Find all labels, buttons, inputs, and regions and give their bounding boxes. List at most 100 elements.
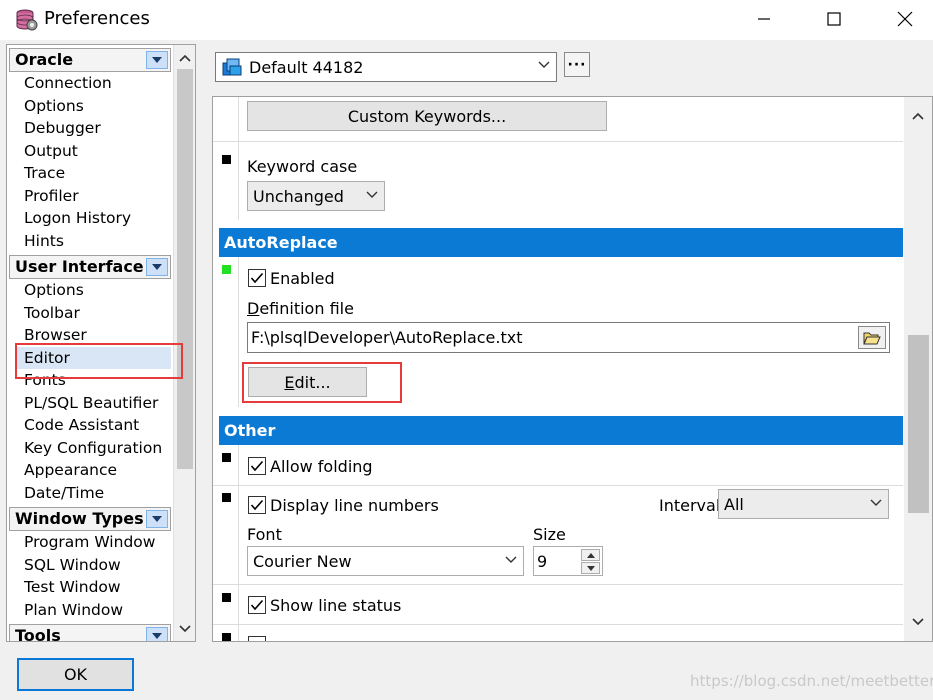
settings-scroll-thumb[interactable] [908, 335, 929, 513]
group-collapse-button[interactable] [146, 51, 168, 69]
browse-file-button[interactable] [858, 326, 886, 349]
keyword-case-select[interactable]: Unchanged [247, 181, 385, 211]
profile-select[interactable]: Default 44182 [215, 52, 557, 82]
database-app-icon [16, 9, 38, 31]
chevron-up-icon [179, 54, 191, 62]
size-spinner[interactable] [581, 549, 600, 575]
keyword-case-label: Keyword case [247, 157, 358, 176]
group-collapse-button[interactable] [146, 510, 168, 528]
row-separator [213, 485, 903, 486]
nav-item[interactable]: SQL Window [7, 554, 173, 577]
nav-item[interactable]: Options [7, 279, 173, 302]
row-divider [238, 445, 239, 485]
definition-file-label-rest: efinition file [259, 299, 354, 318]
maximize-button[interactable] [811, 0, 857, 38]
chevron-down-icon [366, 191, 378, 198]
nav-item[interactable]: Output [7, 140, 173, 163]
profile-value: Default 44182 [249, 58, 364, 77]
allow-folding-label: Allow folding [270, 457, 373, 476]
setting-marker-enabled [222, 265, 231, 274]
nav-item[interactable]: Logon History [7, 207, 173, 230]
settings-scroll-up[interactable] [907, 105, 929, 127]
checkmark-icon [250, 599, 264, 611]
display-line-numbers-label: Display line numbers [270, 496, 439, 515]
next-setting-checkbox[interactable] [248, 636, 266, 641]
nav-item[interactable]: Connection [7, 72, 173, 95]
nav-item[interactable]: Date/Time [7, 482, 173, 505]
keyword-case-value: Unchanged [253, 187, 344, 206]
nav-item[interactable]: Profiler [7, 185, 173, 208]
profile-more-button[interactable]: ··· [564, 52, 590, 77]
nav-item[interactable]: Program Window [7, 531, 173, 554]
row-separator [213, 624, 903, 625]
nav-item[interactable]: Plan Window [7, 599, 173, 622]
row-divider [238, 97, 239, 141]
nav-scroll-down[interactable] [174, 618, 195, 640]
row-divider [238, 625, 239, 641]
group-collapse-button[interactable] [146, 258, 168, 276]
allow-folding-checkbox[interactable] [248, 457, 266, 475]
interval-select[interactable]: All [718, 489, 889, 519]
setting-marker [222, 453, 231, 462]
nav-item[interactable]: Toolbar [7, 302, 173, 325]
nav-scroll-up[interactable] [174, 47, 195, 69]
nav-group-header[interactable]: Window Types [9, 507, 171, 531]
nav-group-header[interactable]: Oracle [9, 48, 171, 72]
nav-item[interactable]: Options [7, 95, 173, 118]
minimize-button[interactable] [741, 0, 787, 38]
size-value: 9 [537, 552, 548, 571]
spin-down-icon [586, 565, 595, 571]
nav-item[interactable]: Appearance [7, 459, 173, 482]
display-line-numbers-checkbox[interactable] [248, 496, 266, 514]
nav-group-header[interactable]: Tools [9, 624, 171, 641]
triangle-down-icon [152, 264, 162, 270]
nav-item[interactable]: Code Assistant [7, 414, 173, 437]
nav-scroll-thumb[interactable] [177, 69, 193, 469]
chevron-down-icon [912, 618, 924, 626]
nav-group-header[interactable]: User Interface [9, 255, 171, 279]
interval-value: All [724, 495, 744, 514]
nav-item[interactable]: Trace [7, 162, 173, 185]
size-decrement-button[interactable] [581, 562, 600, 574]
minimize-icon [758, 18, 770, 20]
nav-item[interactable]: Key Configuration [7, 437, 173, 460]
nav-item[interactable]: Test Window [7, 576, 173, 599]
nav-item[interactable]: Hints [7, 230, 173, 253]
definition-file-input[interactable]: F:\plsqlDeveloper\AutoReplace.txt [247, 322, 890, 353]
font-select[interactable]: Courier New [247, 546, 524, 576]
triangle-down-icon [152, 516, 162, 522]
custom-keywords-button[interactable]: Custom Keywords... [247, 101, 607, 131]
autoreplace-section-header: AutoReplace [219, 228, 903, 257]
checkmark-icon [250, 272, 264, 284]
triangle-down-icon [152, 57, 162, 63]
settings-scroll-down[interactable] [907, 611, 929, 633]
maximize-icon [827, 12, 841, 26]
other-section-header: Other [219, 416, 903, 445]
chevron-down-icon [505, 556, 517, 563]
interval-label: Interval [659, 496, 721, 515]
nav-item[interactable]: PL/SQL Beautifier [7, 392, 173, 415]
close-button[interactable] [882, 0, 928, 38]
definition-file-label: Definition file [247, 299, 354, 318]
triangle-down-icon [152, 633, 162, 639]
ok-button[interactable]: OK [17, 658, 134, 691]
size-input[interactable]: 9 [533, 546, 603, 576]
size-label: Size [533, 525, 566, 544]
editor-highlight-box [15, 343, 183, 379]
nav-item[interactable]: Debugger [7, 117, 173, 140]
folder-open-icon [863, 332, 881, 344]
close-icon [897, 11, 913, 27]
profile-icon [222, 58, 242, 76]
autoreplace-enabled-checkbox[interactable] [248, 269, 266, 287]
show-line-status-checkbox[interactable] [248, 596, 266, 614]
row-separator [213, 141, 903, 142]
edit-button-highlight-box [242, 362, 402, 403]
checkmark-icon [250, 499, 264, 511]
group-collapse-button[interactable] [146, 627, 168, 641]
watermark: https://blog.csdn.net/meetbetterhc [690, 672, 933, 690]
setting-marker [222, 493, 231, 502]
settings-scrollbar[interactable] [904, 97, 932, 641]
setting-marker [222, 593, 231, 602]
row-divider [238, 585, 239, 625]
size-increment-button[interactable] [581, 549, 600, 561]
